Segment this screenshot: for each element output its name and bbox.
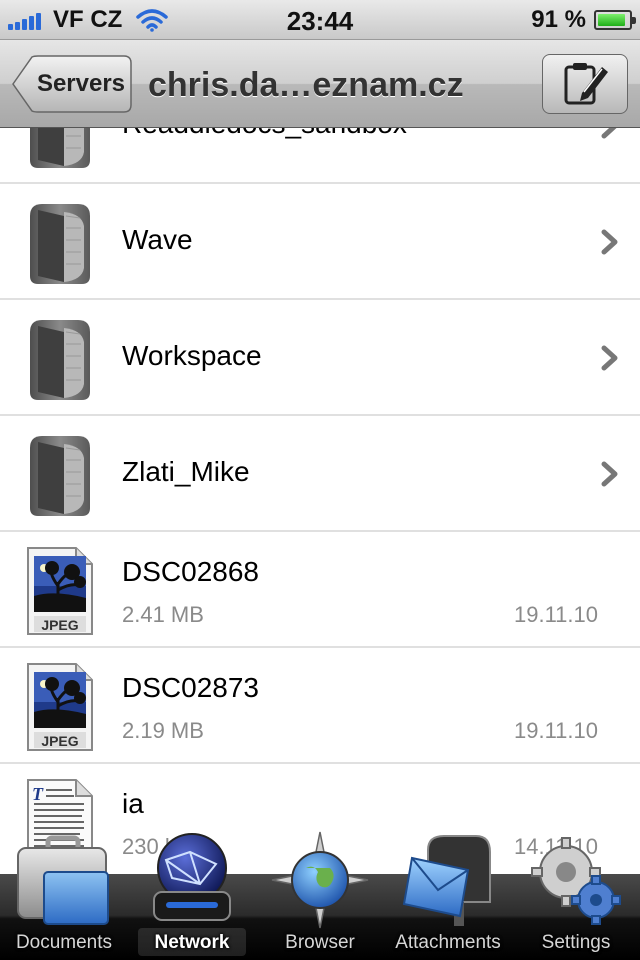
jpeg-file-icon: JPEG	[27, 663, 93, 751]
tab-attachments[interactable]: Attachments	[384, 830, 512, 960]
chevron-right-icon	[601, 229, 618, 255]
edit-button[interactable]	[542, 54, 628, 114]
status-bar: VF CZ 23:44 91 %	[0, 0, 640, 40]
item-name: Workspace	[122, 340, 262, 371]
tab-label: Browser	[285, 932, 355, 953]
battery-percent: 91 %	[531, 6, 586, 33]
item-size: 2.41 MB	[122, 602, 204, 627]
item-name: DSC02868	[122, 556, 259, 587]
folder-row[interactable]: Workspace	[0, 300, 640, 416]
tab-browser[interactable]: Browser	[256, 830, 384, 960]
gears-icon	[531, 837, 621, 925]
svg-text:JPEG: JPEG	[41, 733, 78, 749]
tab-label: Documents	[15, 932, 113, 953]
folder-icon	[30, 436, 90, 516]
mailbox-envelope-icon	[402, 835, 491, 926]
tab-network[interactable]: Network	[128, 830, 256, 960]
item-date: 19.11.10	[513, 602, 598, 627]
folder-row[interactable]: Wave	[0, 184, 640, 300]
tab-label: Attachments	[395, 932, 501, 953]
navigation-bar: Servers chris.da…eznam.cz	[0, 40, 640, 128]
svg-text:JPEG: JPEG	[41, 617, 78, 633]
svg-text:T: T	[32, 784, 44, 804]
folder-row[interactable]: Readdledocs_sandbox	[0, 128, 640, 184]
chevron-right-icon	[601, 128, 617, 139]
compass-globe-icon	[271, 831, 369, 929]
folder-icon	[30, 128, 90, 168]
jpeg-file-icon: JPEG	[27, 547, 93, 635]
network-globe-icon	[153, 833, 231, 921]
tab-label: Network	[154, 932, 230, 953]
tab-label: Settings	[541, 932, 611, 953]
tab-bar: Documents Network Browser Attachments Se…	[0, 831, 640, 960]
item-name: Wave	[122, 224, 193, 255]
item-name: Zlati_Mike	[122, 456, 250, 487]
folder-icon	[30, 320, 90, 400]
page-title: chris.da…eznam.cz	[148, 66, 464, 104]
pencil-notepad-icon	[564, 63, 608, 105]
file-list[interactable]: Readdledocs_sandbox Wave Workspace Zlati…	[0, 128, 640, 874]
item-name: Readdledocs_sandbox	[122, 128, 407, 140]
tab-documents[interactable]: Documents	[0, 830, 128, 960]
back-button[interactable]: Servers	[12, 55, 132, 113]
chevron-right-icon	[601, 345, 618, 371]
tab-settings[interactable]: Settings	[512, 830, 640, 960]
briefcase-folder-icon	[17, 835, 109, 925]
item-date: 19.11.10	[513, 718, 598, 743]
item-name: DSC02873	[122, 672, 259, 703]
item-name: ia	[122, 788, 144, 819]
battery-icon	[594, 10, 636, 30]
file-row[interactable]: JPEG DSC02868 2.41 MB 19.11.10	[0, 532, 640, 648]
chevron-right-icon	[601, 461, 618, 487]
back-button-label: Servers	[36, 70, 126, 97]
item-size: 2.19 MB	[122, 718, 204, 743]
file-row[interactable]: JPEG DSC02873 2.19 MB 19.11.10	[0, 648, 640, 764]
folder-icon	[30, 204, 90, 284]
folder-row[interactable]: Zlati_Mike	[0, 416, 640, 532]
